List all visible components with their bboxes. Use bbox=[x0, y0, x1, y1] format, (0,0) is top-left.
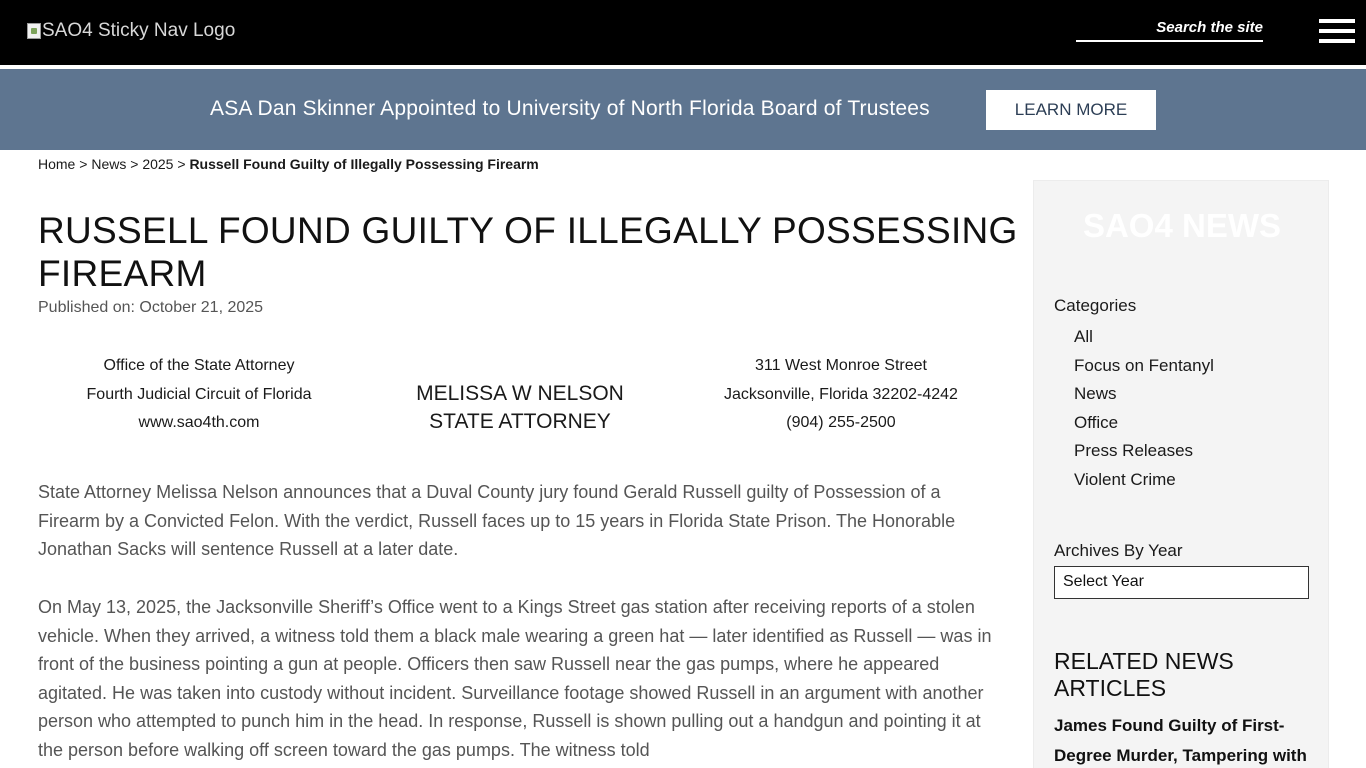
logo-alt-text: SAO4 Sticky Nav Logo bbox=[42, 20, 236, 41]
letterhead-attorney: MELISSA W NELSON STATE ATTORNEY bbox=[360, 380, 680, 436]
category-office[interactable]: Office bbox=[1074, 409, 1214, 438]
circuit-name: Fourth Judicial Circuit of Florida bbox=[86, 385, 312, 403]
breadcrumb: Home > News > 2025 > Russell Found Guilt… bbox=[38, 156, 539, 172]
archives-label: Archives By Year bbox=[1054, 541, 1183, 560]
categories-label: Categories bbox=[1054, 296, 1137, 315]
attorney-title: STATE ATTORNEY bbox=[429, 410, 611, 433]
sidebar-heading: SAO4 NEWS bbox=[1082, 207, 1282, 244]
city-state-zip: Jacksonville, Florida 32202-4242 bbox=[724, 385, 958, 403]
office-website: www.sao4th.com bbox=[138, 414, 260, 431]
top-nav: SAO4 Sticky Nav Logo bbox=[0, 0, 1366, 65]
related-news-heading: RELATED NEWS ARTICLES bbox=[1054, 648, 1234, 701]
category-all[interactable]: All bbox=[1074, 323, 1214, 352]
breadcrumb-separator: > bbox=[130, 156, 139, 172]
breadcrumb-home[interactable]: Home bbox=[38, 156, 75, 172]
office-name: Office of the State Attorney bbox=[103, 357, 295, 374]
letterhead-address: 311 West Monroe Street Jacksonville, Flo… bbox=[680, 352, 1002, 438]
street-address: 311 West Monroe Street bbox=[755, 357, 927, 374]
breadcrumb-separator: > bbox=[79, 156, 88, 172]
year-select[interactable]: Select Year bbox=[1054, 566, 1309, 599]
breadcrumb-news[interactable]: News bbox=[91, 156, 126, 172]
categories-list: All Focus on Fentanyl News Office Press … bbox=[1074, 323, 1214, 494]
search-input[interactable] bbox=[1076, 16, 1263, 38]
category-press-releases[interactable]: Press Releases bbox=[1074, 437, 1214, 466]
menu-icon[interactable] bbox=[1319, 19, 1356, 47]
article-paragraph: On May 13, 2025, the Jacksonville Sherif… bbox=[38, 597, 992, 760]
related-article-link[interactable]: James Found Guilty of First-Degree Murde… bbox=[1054, 711, 1316, 768]
published-date: Published on: October 21, 2025 bbox=[38, 299, 264, 316]
breadcrumb-current: Russell Found Guilty of Illegally Posses… bbox=[189, 156, 539, 172]
banner-text: ASA Dan Skinner Appointed to University … bbox=[210, 97, 930, 120]
page-title: RUSSELL FOUND GUILTY OF ILLEGALLY POSSES… bbox=[38, 210, 1018, 294]
category-focus-on-fentanyl[interactable]: Focus on Fentanyl bbox=[1074, 352, 1214, 381]
category-news[interactable]: News bbox=[1074, 380, 1214, 409]
breadcrumb-separator: > bbox=[177, 156, 186, 172]
breadcrumb-year[interactable]: 2025 bbox=[142, 156, 173, 172]
search-box bbox=[1076, 16, 1263, 42]
letterhead-office: Office of the State Attorney Fourth Judi… bbox=[38, 352, 360, 438]
letterhead: Office of the State Attorney Fourth Judi… bbox=[38, 352, 1002, 442]
news-sidebar: SAO4 NEWS Categories All Focus on Fentan… bbox=[1033, 180, 1329, 768]
category-violent-crime[interactable]: Violent Crime bbox=[1074, 466, 1214, 495]
broken-image-icon bbox=[27, 23, 41, 39]
article-paragraph: State Attorney Melissa Nelson announces … bbox=[38, 482, 956, 560]
learn-more-button[interactable]: LEARN MORE bbox=[986, 90, 1156, 130]
phone-number: (904) 255-2500 bbox=[786, 414, 896, 431]
announcement-banner: ASA Dan Skinner Appointed to University … bbox=[0, 69, 1366, 150]
attorney-name: MELISSA W NELSON bbox=[416, 382, 624, 405]
site-logo[interactable]: SAO4 Sticky Nav Logo bbox=[27, 20, 235, 42]
